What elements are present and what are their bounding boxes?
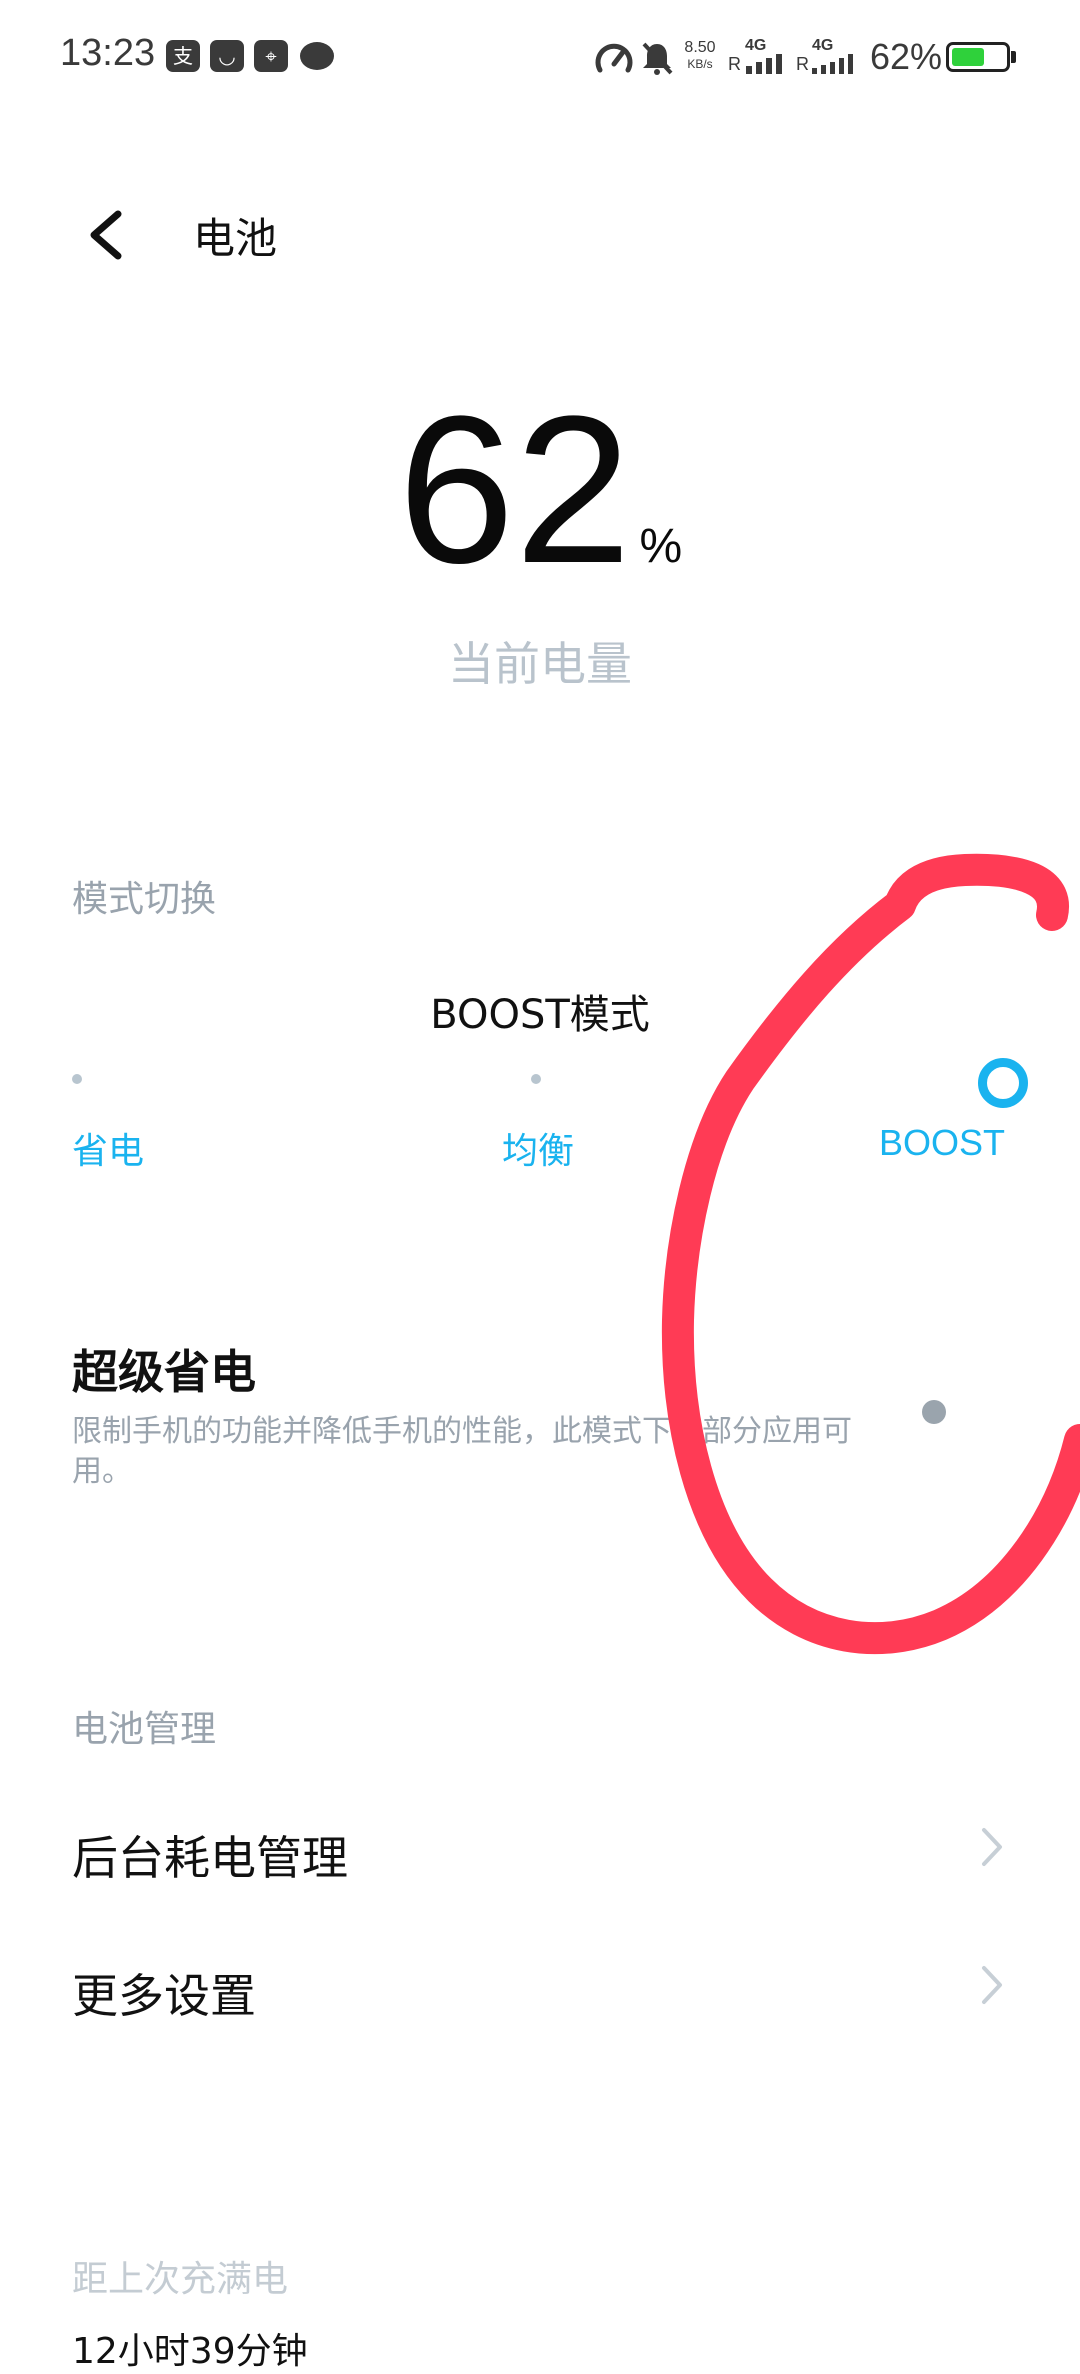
more-settings-row[interactable]: 更多设置	[0, 1928, 1080, 2038]
current-mode-label: BOOST模式	[430, 992, 650, 1038]
roaming-indicator-2: R	[796, 54, 809, 74]
chevron-right-icon	[982, 1828, 1002, 1866]
battery-tip	[1011, 51, 1016, 63]
mode-option-dot-balanced[interactable]	[531, 1074, 541, 1084]
battery-level-caption: 当前电量	[448, 637, 632, 691]
signal-bars-icon-2	[812, 54, 853, 74]
chevron-right-icon	[982, 1966, 1002, 2004]
battery-level-display: 62%	[0, 385, 1080, 652]
battery-percent: 62%	[870, 36, 943, 77]
mode-option-dot-power-saving[interactable]	[72, 1074, 82, 1084]
back-button[interactable]	[78, 200, 138, 270]
bell-muted-icon	[642, 42, 673, 75]
chat-bubble-icon	[300, 42, 334, 70]
battery-fill	[952, 48, 985, 66]
network-type-1: 4G	[745, 37, 767, 54]
signal-bars-icon	[746, 54, 782, 74]
status-time: 13:23	[60, 32, 156, 74]
network-speed-unit: KB/s	[687, 57, 713, 71]
battery-level-unit: %	[639, 520, 683, 573]
network-type-2: 4G	[812, 37, 834, 54]
map-icon: ⌖	[254, 40, 288, 72]
last-full-charge-value: 12小时39分钟	[72, 2331, 308, 2372]
shopping-bag-icon: ◡	[210, 40, 244, 72]
mode-option-selected-boost[interactable]	[978, 1058, 1028, 1108]
background-power-management-row[interactable]: 后台耗电管理	[0, 1790, 1080, 1900]
battery-level-value: 62	[397, 372, 632, 607]
mode-option-power-saving[interactable]: 省电	[72, 1122, 144, 1174]
network-speed-value: 8.50	[684, 39, 716, 56]
mode-switch-section-label: 模式切换	[72, 879, 217, 920]
mode-option-balanced[interactable]: 均衡	[502, 1122, 574, 1174]
mode-option-boost[interactable]: BOOST	[879, 1122, 1005, 1164]
roaming-indicator-1: R	[728, 54, 741, 74]
alipay-icon: 支	[166, 40, 200, 72]
page-title: 电池	[193, 214, 278, 263]
more-settings-label: 更多设置	[72, 1969, 256, 2023]
super-saving-title: 超级省电	[72, 1345, 256, 1399]
last-full-charge-label: 距上次充满电	[72, 2259, 289, 2300]
super-saving-toggle[interactable]	[922, 1400, 946, 1424]
super-saving-description: 限制手机的功能并降低手机的性能，此模式下仅部分应用可用。	[72, 1414, 852, 1489]
battery-icon	[946, 42, 1010, 72]
speedometer-icon	[595, 43, 633, 73]
background-power-management-label: 后台耗电管理	[72, 1831, 348, 1885]
battery-management-section-label: 电池管理	[72, 1709, 217, 1750]
network-speed: 8.50 KB/s	[678, 40, 722, 72]
